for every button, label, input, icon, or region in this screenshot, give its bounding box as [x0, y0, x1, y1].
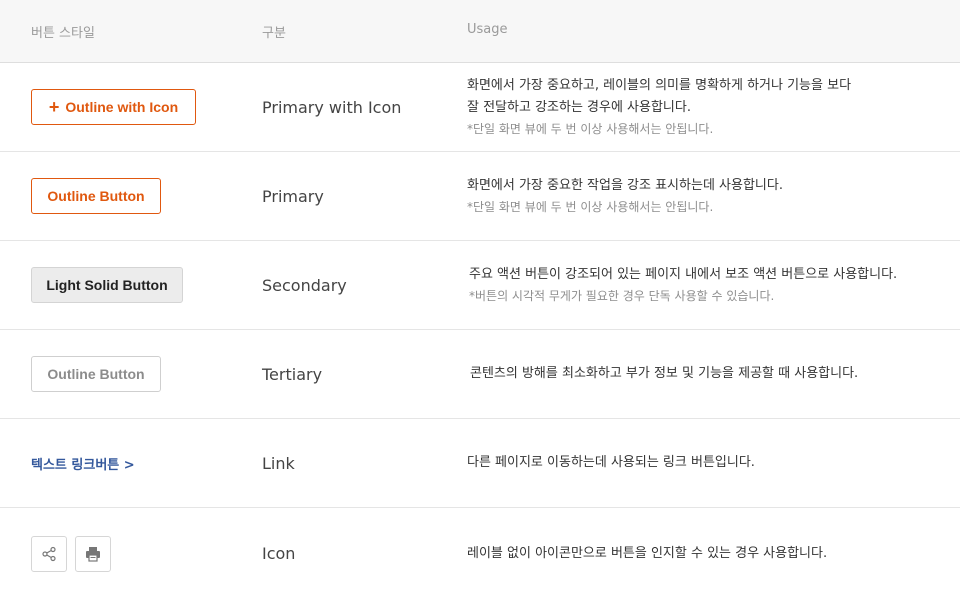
light-solid-button[interactable]: Light Solid Button: [31, 267, 183, 303]
table-header: 버튼 스타일 구분 Usage: [0, 0, 960, 63]
usage-cell: 화면에서 가장 중요한 작업을 강조 표시하는데 사용합니다. *단일 화면 뷰…: [467, 152, 783, 240]
button-label: Outline with Icon: [65, 99, 179, 115]
usage-note: *버튼의 시각적 무게가 필요한 경우 단독 사용할 수 있습니다.: [469, 289, 775, 303]
usage-cell: 콘텐츠의 방해를 최소화하고 부가 정보 및 기능을 제공할 때 사용합니다.: [470, 330, 858, 418]
usage-text: 화면에서 가장 중요한 작업을 강조 표시하는데 사용합니다.: [467, 178, 783, 193]
text-link-button[interactable]: 텍스트 링크버튼 >: [31, 454, 135, 473]
kind-cell: Tertiary: [262, 364, 323, 384]
style-cell: [31, 508, 119, 598]
share-icon: [42, 546, 56, 561]
kind-cell: Primary: [262, 186, 324, 206]
outline-with-icon-button[interactable]: + Outline with Icon: [31, 89, 196, 125]
table-row: Outline Button Primary 화면에서 가장 중요한 작업을 강…: [0, 152, 960, 241]
style-cell: Outline Button: [31, 330, 161, 418]
table-row: Outline Button Tertiary 콘텐츠의 방해를 최소화하고 부…: [0, 330, 960, 419]
share-button[interactable]: [31, 535, 67, 572]
usage-note: *단일 화면 뷰에 두 번 이상 사용해서는 안됩니다.: [467, 200, 714, 214]
usage-cell: 화면에서 가장 중요하고, 레이블의 의미를 명확하게 하거나 기능을 보다 잘…: [467, 63, 851, 151]
style-cell: Light Solid Button: [31, 241, 183, 329]
usage-note: *단일 화면 뷰에 두 번 이상 사용해서는 안됩니다.: [467, 122, 714, 136]
style-cell: + Outline with Icon: [31, 63, 196, 151]
usage-cell: 다른 페이지로 이동하는데 사용되는 링크 버튼입니다.: [467, 419, 755, 507]
header-kind: 구분: [262, 26, 286, 41]
table-row: Light Solid Button Secondary 주요 액션 버튼이 강…: [0, 241, 960, 330]
print-icon: [86, 546, 100, 562]
outline-button-tertiary[interactable]: Outline Button: [31, 356, 161, 392]
kind-cell: Secondary: [262, 275, 347, 295]
usage-text: 화면에서 가장 중요하고, 레이블의 의미를 명확하게 하거나 기능을 보다: [467, 78, 852, 93]
plus-icon: +: [48, 97, 60, 117]
outline-button-primary[interactable]: Outline Button: [31, 178, 161, 214]
style-cell: Outline Button: [31, 152, 161, 240]
header-usage: Usage: [467, 22, 508, 37]
usage-cell: 레이블 없이 아이콘만으로 버튼을 인지할 수 있는 경우 사용합니다.: [467, 508, 827, 598]
kind-cell: Link: [262, 453, 295, 473]
header-style: 버튼 스타일: [31, 26, 95, 41]
table-row: + Outline with Icon Primary with Icon 화면…: [0, 63, 960, 152]
usage-text: 잘 전달하고 강조하는 경우에 사용합니다.: [467, 100, 691, 115]
kind-cell: Icon: [262, 544, 296, 563]
usage-text: 주요 액션 버튼이 강조되어 있는 페이지 내에서 보조 액션 버튼으로 사용합…: [469, 267, 898, 282]
usage-cell: 주요 액션 버튼이 강조되어 있는 페이지 내에서 보조 액션 버튼으로 사용합…: [469, 241, 897, 329]
table-row: 텍스트 링크버튼 > Link 다른 페이지로 이동하는데 사용되는 링크 버튼…: [0, 419, 960, 508]
kind-cell: Primary with Icon: [262, 97, 402, 117]
usage-text: 레이블 없이 아이콘만으로 버튼을 인지할 수 있는 경우 사용합니다.: [467, 545, 828, 561]
table-row: Icon 레이블 없이 아이콘만으로 버튼을 인지할 수 있는 경우 사용합니다…: [0, 508, 960, 598]
print-button[interactable]: [75, 535, 111, 572]
usage-text: 콘텐츠의 방해를 최소화하고 부가 정보 및 기능을 제공할 때 사용합니다.: [470, 366, 859, 381]
button-style-table: 버튼 스타일 구분 Usage + Outline with Icon Prim…: [0, 0, 960, 598]
style-cell: 텍스트 링크버튼 >: [31, 419, 135, 507]
usage-text: 다른 페이지로 이동하는데 사용되는 링크 버튼입니다.: [467, 455, 755, 470]
